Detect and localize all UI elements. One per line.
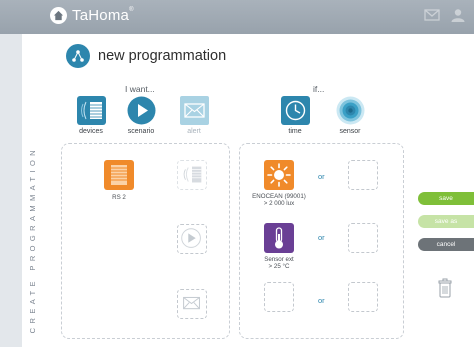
roller-shutter-icon — [104, 160, 134, 190]
page-title: new programmation — [98, 48, 227, 64]
type-scenario[interactable]: scenario — [124, 96, 158, 135]
condition-sensor-name: Sensor ext — [264, 256, 294, 263]
play-icon — [181, 228, 201, 248]
type-sensor[interactable]: sensor — [333, 96, 367, 135]
devices-icon — [76, 96, 106, 125]
play-icon — [127, 96, 156, 125]
sensor-icon — [336, 96, 365, 125]
add-alert-slot[interactable] — [177, 289, 207, 319]
condition-enocean-name: ENOCEAN (99001) — [252, 193, 306, 200]
add-scenario-slot[interactable] — [177, 224, 207, 254]
condition-enocean-caption: ENOCEAN (99001) > 2 000 lux — [246, 193, 312, 207]
add-condition-slot[interactable] — [264, 282, 294, 312]
left-strip — [0, 34, 22, 347]
brand-name: TaHoma® — [72, 7, 134, 24]
type-alert-label: alert — [187, 128, 201, 135]
trash-icon[interactable] — [438, 278, 452, 298]
top-bar: TaHoma® — [0, 0, 474, 34]
save-as-button[interactable]: save as — [418, 215, 474, 228]
type-sensor-label: sensor — [339, 128, 361, 135]
sun-icon — [264, 160, 294, 190]
type-time-label: time — [288, 128, 302, 135]
condition-sensor-caption: Sensor ext > 25 °C — [250, 256, 308, 270]
envelope-icon — [179, 96, 209, 125]
top-icons — [424, 8, 466, 22]
side-label: CREATE PROGRAMMATION — [28, 146, 37, 334]
condition-enocean-value: > 2 000 lux — [263, 200, 295, 207]
type-alert[interactable]: alert — [179, 96, 209, 135]
action-device-label: RS 2 — [112, 194, 126, 201]
action-device-rs2[interactable] — [104, 160, 134, 190]
thermometer-icon — [264, 223, 294, 253]
home-icon — [50, 7, 67, 24]
condition-sensor-ext[interactable] — [264, 223, 294, 253]
add-or-condition-slot[interactable] — [348, 282, 378, 312]
type-devices-label: devices — [79, 128, 103, 135]
or-label: or — [318, 233, 325, 242]
condition-enocean[interactable] — [264, 160, 294, 190]
condition-sensor-value: > 25 °C — [268, 263, 290, 270]
page-header: new programmation — [66, 44, 226, 68]
cancel-button[interactable]: cancel — [418, 238, 474, 251]
brand: TaHoma® — [50, 7, 134, 24]
type-scenario-label: scenario — [127, 128, 155, 135]
devices-icon — [183, 166, 202, 183]
mail-icon[interactable] — [424, 8, 440, 22]
add-device-slot[interactable] — [177, 160, 207, 190]
add-or-condition-slot[interactable] — [348, 223, 378, 253]
save-button[interactable]: save — [418, 192, 474, 205]
clock-icon — [280, 96, 310, 125]
envelope-icon — [183, 296, 200, 310]
or-label: or — [318, 172, 325, 181]
type-devices[interactable]: devices — [75, 96, 107, 135]
add-or-condition-slot[interactable] — [348, 160, 378, 190]
or-label: or — [318, 296, 325, 305]
user-icon[interactable] — [450, 8, 466, 22]
type-time[interactable]: time — [280, 96, 310, 135]
i-want-label: I want... — [125, 84, 155, 94]
programmation-icon — [66, 44, 90, 68]
if-label: if... — [313, 84, 325, 94]
